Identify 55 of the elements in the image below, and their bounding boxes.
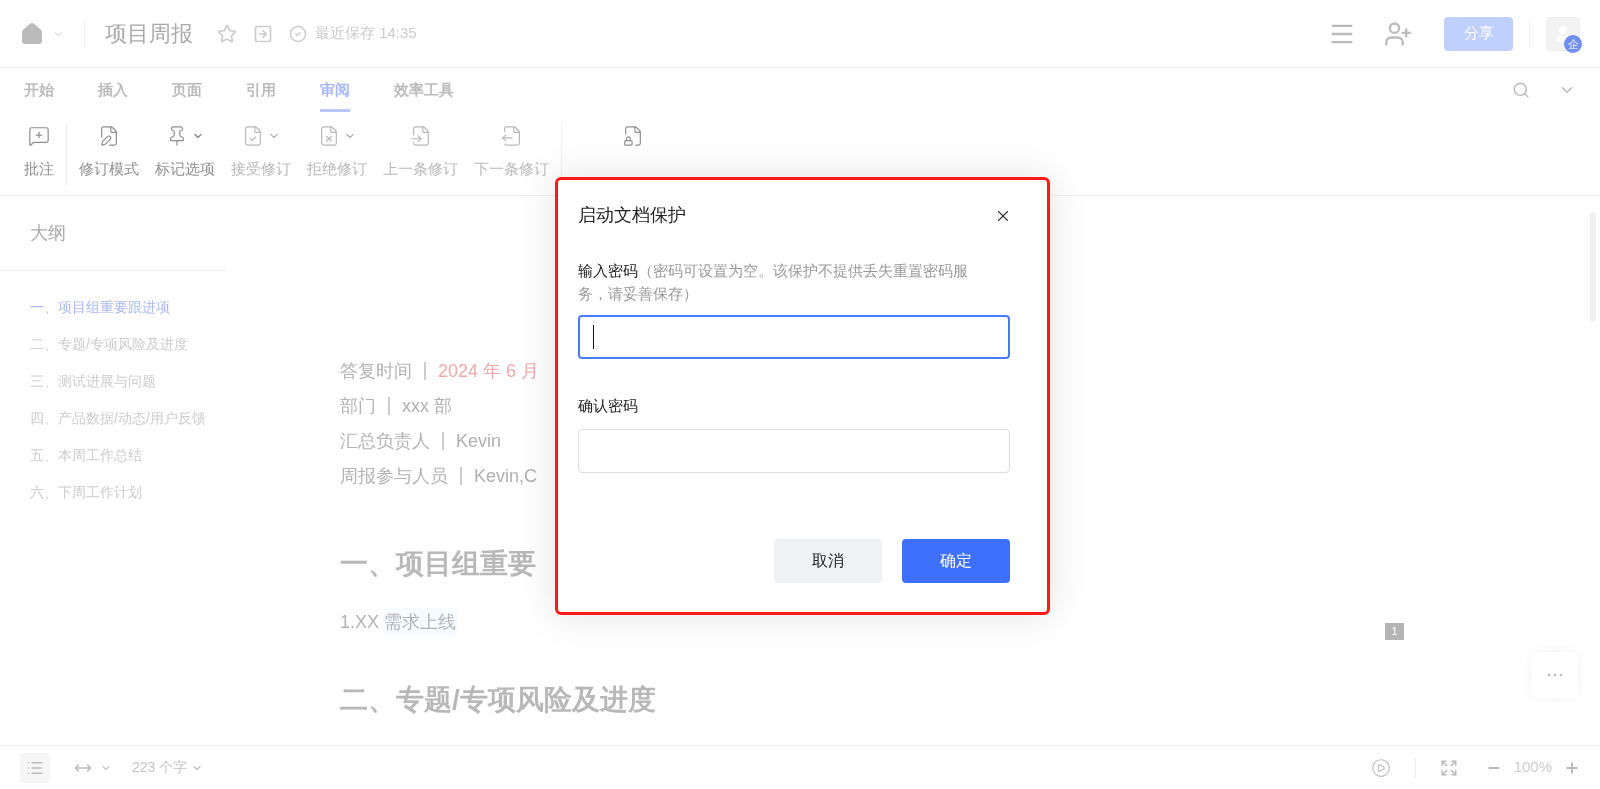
ok-button[interactable]: 确定 bbox=[902, 538, 1010, 583]
zoom-in-icon[interactable] bbox=[1564, 759, 1580, 776]
outline-toggle-button[interactable] bbox=[20, 752, 50, 783]
home-icon[interactable] bbox=[20, 21, 44, 46]
list-number: 1.XX bbox=[340, 611, 380, 634]
section-heading: 一、项目组重要 bbox=[340, 547, 536, 581]
add-user-icon[interactable] bbox=[1384, 19, 1412, 48]
search-icon[interactable] bbox=[1512, 81, 1530, 99]
file-check-icon bbox=[242, 125, 264, 147]
section-heading: 二、专题/专项风险及进度 bbox=[340, 683, 656, 717]
avatar-badge: 企 bbox=[1564, 34, 1582, 53]
comment-icon bbox=[28, 125, 50, 147]
confirm-password-field[interactable] bbox=[578, 428, 1010, 473]
star-icon[interactable] bbox=[217, 23, 237, 44]
toolbar-button[interactable]: 标记选项 bbox=[147, 124, 223, 181]
dialog-title: 启动文档保护 bbox=[578, 204, 686, 227]
file-arrow-icon bbox=[500, 125, 523, 147]
share-button[interactable]: 分享 bbox=[1444, 16, 1513, 51]
ribbon-tab[interactable]: 开始 bbox=[24, 68, 54, 112]
meta-label: 周报参与人员 bbox=[340, 465, 448, 488]
ribbon-tab[interactable]: 引用 bbox=[246, 68, 276, 112]
file-x-icon bbox=[318, 125, 340, 147]
meta-value: 2024 年 6 月 bbox=[438, 360, 540, 383]
check-circle-icon bbox=[289, 24, 307, 43]
password-field[interactable] bbox=[578, 315, 1010, 359]
meta-value: xxx 部 bbox=[402, 395, 452, 418]
play-icon[interactable] bbox=[1370, 757, 1391, 778]
highlighted-text: 需求上线 bbox=[383, 608, 458, 636]
more-icon bbox=[1547, 673, 1563, 677]
word-count[interactable]: 223 个字 bbox=[132, 757, 204, 778]
meta-value: Kevin bbox=[456, 430, 502, 453]
confirm-password-label: 确认密码 bbox=[578, 396, 639, 416]
cancel-button[interactable]: 取消 bbox=[774, 538, 882, 583]
avatar[interactable]: 企 bbox=[1546, 16, 1580, 51]
ribbon-tab[interactable]: 插入 bbox=[98, 68, 128, 112]
ribbon-tab[interactable]: 页面 bbox=[172, 68, 202, 112]
toolbar-button[interactable]: 修订模式 bbox=[71, 124, 147, 181]
file-arrow-icon bbox=[409, 125, 432, 147]
edit-icon bbox=[98, 125, 120, 147]
meta-label: 汇总负责人 bbox=[340, 430, 430, 453]
ribbon-tab[interactable]: 审阅 bbox=[320, 68, 350, 112]
meta-label: 答复时间 bbox=[340, 360, 412, 383]
lock-icon bbox=[622, 125, 644, 147]
outline-title: 大纲 bbox=[0, 196, 226, 271]
document-title: 项目周报 bbox=[105, 20, 193, 48]
password-label: 输入密码（密码可设置为空。该保护不提供丢失重置密码服务，请妥善保存） bbox=[578, 261, 969, 304]
fullscreen-icon[interactable] bbox=[1439, 758, 1458, 777]
more-button[interactable] bbox=[1532, 652, 1578, 698]
outline-item[interactable]: 一、项目组重要跟进项 bbox=[30, 297, 170, 318]
meta-value: Kevin,C bbox=[474, 465, 538, 488]
toolbar-button[interactable]: 批注 bbox=[16, 124, 62, 181]
meta-label: 部门 bbox=[340, 395, 376, 418]
ribbon-tab[interactable]: 效率工具 bbox=[394, 68, 454, 112]
move-icon[interactable] bbox=[253, 23, 273, 44]
page-badge: 1 bbox=[1385, 623, 1404, 640]
